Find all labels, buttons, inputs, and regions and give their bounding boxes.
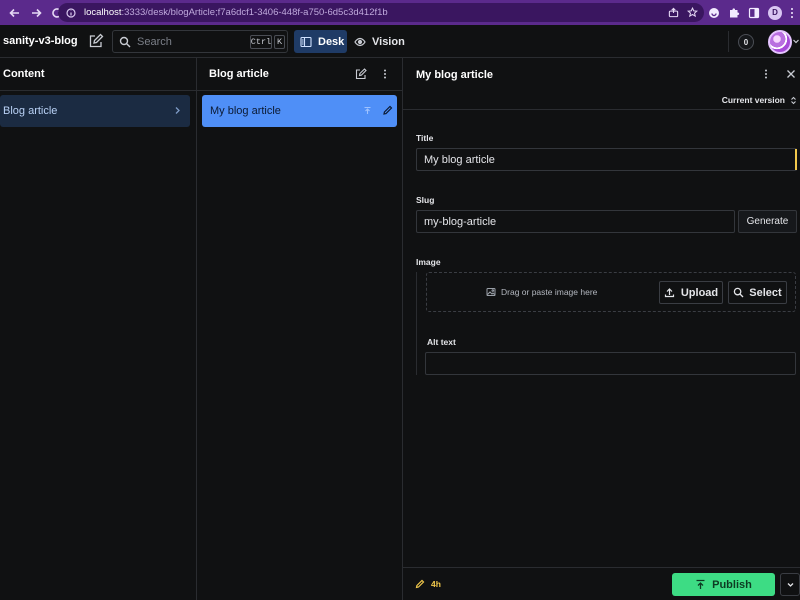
list-pane-header: Blog article (197, 58, 402, 91)
image-field-group: Drag or paste image here Upload Select A… (416, 272, 799, 375)
search-icon (119, 36, 131, 47)
content-pane-header: Content (0, 58, 196, 91)
chevron-down-icon (787, 583, 793, 587)
content-item-label: Blog article (3, 105, 58, 117)
forward-icon[interactable] (27, 4, 45, 22)
publish-button[interactable]: Publish (672, 573, 775, 596)
url-text: localhost:3333/desk/blogArticle;f7a6dcf1… (84, 7, 388, 18)
slug-input[interactable]: my-blog-article (416, 210, 735, 233)
header-divider (403, 109, 800, 110)
pencil-icon (415, 579, 425, 589)
publish-menu-button[interactable] (780, 573, 800, 596)
address-bar[interactable]: localhost:3333/desk/blogArticle;f7a6dcf1… (58, 3, 704, 22)
tool-vision[interactable]: Vision (354, 30, 405, 53)
document-item-my-blog-article[interactable]: My blog article (202, 95, 397, 127)
side-panel-icon[interactable] (748, 7, 760, 19)
url-path: :3333/desk/blogArticle;f7a6dcf1-3406-448… (121, 7, 388, 18)
profile-avatar[interactable]: D (768, 5, 782, 20)
compose-icon[interactable] (88, 33, 104, 49)
edited-time: 4h (431, 579, 441, 589)
title-input[interactable]: My blog article (416, 148, 797, 171)
image-field-label: Image (416, 257, 441, 267)
document-footer: 4h Publish (403, 567, 800, 600)
studio-navbar: sanity-v3-blog Search Ctrl K Desk Vision… (0, 25, 800, 58)
shortcut-ctrl-key: Ctrl (250, 35, 272, 49)
share-icon[interactable] (668, 7, 679, 18)
title-input-value: My blog article (424, 153, 495, 166)
url-host: localhost (84, 7, 122, 18)
user-avatar[interactable] (768, 30, 792, 54)
site-info-icon[interactable] (66, 7, 76, 18)
title-field-label: Title (416, 133, 434, 143)
select-image-button[interactable]: Select (728, 281, 787, 304)
list-menu-icon[interactable] (379, 68, 391, 80)
edit-status[interactable]: 4h (415, 579, 441, 589)
document-header: My blog article (403, 58, 800, 91)
search-input[interactable]: Search Ctrl K (112, 30, 288, 53)
upload-label: Upload (680, 286, 719, 299)
alt-text-input[interactable] (425, 352, 796, 375)
content-item-blog-article[interactable]: Blog article (0, 95, 190, 127)
create-document-icon[interactable] (355, 68, 367, 80)
select-label: Select (749, 286, 782, 299)
publish-label: Publish (712, 578, 752, 591)
back-icon[interactable] (6, 4, 24, 22)
edit-status-icon (383, 105, 393, 115)
tool-desk-label: Desk (318, 35, 345, 48)
chevron-up-down-icon (791, 96, 796, 104)
alt-text-field-label: Alt text (427, 337, 456, 347)
close-icon[interactable] (785, 68, 797, 80)
publish-icon (696, 579, 705, 589)
version-selector[interactable]: Current version (722, 91, 798, 109)
tool-vision-label: Vision (372, 35, 405, 48)
address-bar-actions (668, 3, 698, 22)
search-placeholder: Search (137, 35, 172, 48)
document-menu-icon[interactable] (760, 68, 772, 80)
bookmark-star-icon[interactable] (687, 7, 698, 18)
generate-slug-button[interactable]: Generate (738, 210, 797, 233)
document-title: My blog article (416, 68, 494, 81)
drop-hint-text: Drag or paste image here (501, 287, 598, 297)
content-pane-title: Content (3, 68, 45, 80)
image-drop-zone[interactable]: Drag or paste image here Upload Select (426, 272, 796, 312)
shortcut-k-key: K (274, 35, 285, 49)
slug-field-label: Slug (416, 195, 435, 205)
document-editor-pane: My blog article Current version Title My… (403, 58, 800, 600)
image-icon (486, 288, 496, 296)
document-item-label: My blog article (210, 105, 281, 117)
desk-icon (300, 36, 312, 47)
list-pane-title: Blog article (209, 68, 269, 80)
upload-button[interactable]: Upload (659, 281, 723, 304)
drop-hint: Drag or paste image here (486, 287, 597, 297)
browser-menu-icon[interactable] (790, 7, 794, 18)
upload-icon (664, 288, 674, 298)
published-status-icon (364, 106, 371, 114)
document-list-pane: Blog article My blog article (197, 58, 403, 600)
tool-desk[interactable]: Desk (294, 30, 347, 53)
presence-indicator (795, 149, 797, 170)
project-name[interactable]: sanity-v3-blog (3, 35, 78, 47)
chevron-down-icon[interactable] (792, 37, 800, 45)
puzzle-icon[interactable] (728, 7, 740, 19)
eye-icon (354, 37, 366, 46)
version-label: Current version (721, 95, 785, 105)
content-pane: Content Blog article (0, 58, 197, 600)
chevron-right-icon (175, 107, 180, 114)
extension-icon[interactable] (708, 7, 720, 19)
notification-badge[interactable]: 0 (738, 34, 754, 50)
slug-input-value: my-blog-article (424, 215, 497, 228)
navbar-divider (728, 31, 729, 52)
browser-toolbar: localhost:3333/desk/blogArticle;f7a6dcf1… (0, 0, 800, 25)
browser-extensions: D (708, 3, 800, 22)
search-icon (734, 287, 744, 298)
